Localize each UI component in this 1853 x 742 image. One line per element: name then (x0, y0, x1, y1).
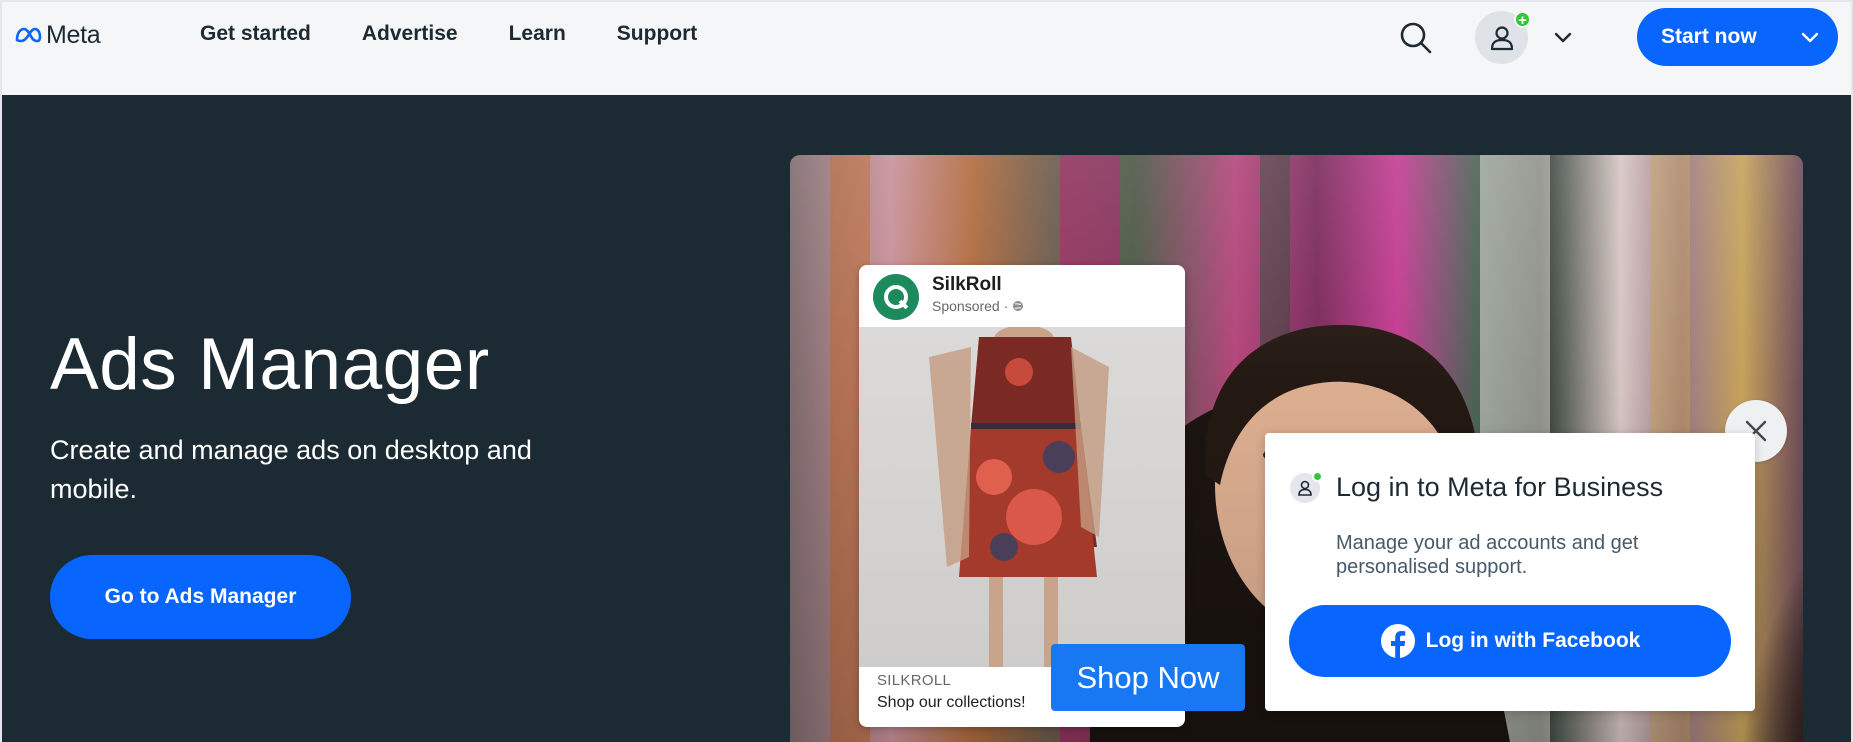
nav-get-started[interactable]: Get started (200, 22, 311, 46)
ad-caption-brand: SILKROLL (877, 672, 952, 689)
facebook-icon (1380, 624, 1415, 659)
hero-section: Ads Manager Create and manage ads on des… (0, 95, 1853, 742)
hero-subtitle: Create and manage ads on desktop and mob… (50, 435, 532, 504)
nav-support[interactable]: Support (617, 22, 697, 46)
ad-caption-text: Shop our collections! (877, 694, 1026, 711)
nav-advertise[interactable]: Advertise (362, 22, 458, 46)
plus-badge-icon: + (1514, 11, 1531, 29)
shop-now-button[interactable]: Shop Now (1051, 644, 1245, 711)
page-title: Ads Manager (50, 324, 490, 405)
dress-image (929, 325, 1109, 667)
brand-logo-icon (873, 274, 919, 320)
chevron-down-icon (1801, 32, 1819, 43)
user-icon (1290, 471, 1323, 503)
login-popup: Log in to Meta for Business Manage your … (1265, 433, 1755, 711)
search-button[interactable] (1396, 18, 1436, 58)
login-with-facebook-button[interactable]: Log in with Facebook (1289, 605, 1731, 677)
ad-sponsored-label: Sponsored · (932, 298, 1024, 314)
status-dot-icon (1312, 471, 1323, 482)
meta-logo[interactable]: Meta (14, 20, 101, 49)
globe-icon (1013, 301, 1024, 311)
user-icon (1490, 25, 1513, 50)
ad-brand-name: SilkRoll (932, 274, 1002, 295)
sponsored-text: Sponsored · (932, 298, 1009, 314)
popup-description: Manage your ad accounts and get personal… (1336, 532, 1639, 578)
go-to-ads-manager-button[interactable]: Go to Ads Manager (50, 555, 351, 639)
main-nav: Get started Advertise Learn Support (200, 22, 748, 46)
login-with-facebook-label: Log in with Facebook (1425, 629, 1641, 652)
nav-learn[interactable]: Learn (509, 22, 566, 46)
start-now-label: Start now (1661, 25, 1757, 48)
popup-title: Log in to Meta for Business (1336, 472, 1664, 502)
account-button[interactable]: + (1475, 11, 1531, 64)
top-navigation: Meta Get started Advertise Learn Support… (0, 0, 1853, 95)
meta-infinity-icon (15, 27, 42, 43)
start-now-button[interactable]: Start now (1637, 8, 1838, 66)
chevron-down-icon (1554, 32, 1572, 43)
logo-text: Meta (46, 20, 101, 49)
search-icon (1400, 22, 1432, 54)
account-menu-toggle[interactable] (1552, 26, 1574, 48)
product-photo (859, 325, 1185, 667)
